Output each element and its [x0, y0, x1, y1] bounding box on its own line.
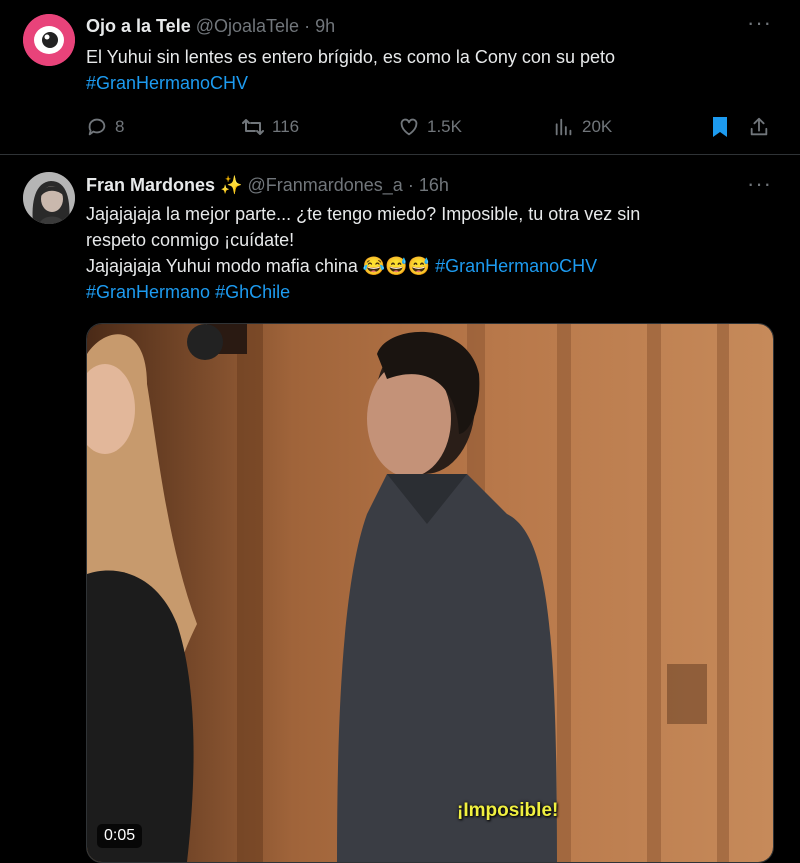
display-name[interactable]: Ojo a la Tele: [86, 16, 191, 36]
profile-photo: [23, 172, 75, 224]
video-frame: [87, 324, 773, 862]
heart-icon: [400, 118, 418, 136]
repost-count: 116: [272, 117, 300, 136]
view-count: 20K: [582, 117, 613, 136]
eye-logo-icon: [23, 14, 75, 66]
display-name[interactable]: Fran Mardones ✨: [86, 175, 242, 195]
tweet-text-segment: Jajajajaja Yuhui modo mafia china 😂😅😅: [86, 256, 436, 276]
like-button[interactable]: 1.5K: [398, 114, 462, 140]
tweet-text-line: respeto conmigo ¡cuídate!: [86, 230, 295, 250]
avatar[interactable]: [23, 172, 75, 224]
reply-count: 8: [115, 117, 125, 136]
reply-button[interactable]: 8: [86, 114, 124, 140]
avatar[interactable]: [23, 14, 75, 66]
share-icon: [750, 117, 768, 136]
bookmark-button[interactable]: [710, 114, 730, 140]
handle[interactable]: @Franmardones_a: [247, 175, 402, 195]
tweet-text-line: Jajajajaja Yuhui modo mafia china 😂😅😅 #G…: [86, 253, 640, 279]
like-count: 1.5K: [427, 117, 462, 136]
video-player[interactable]: ¡Imposible! 0:05: [86, 323, 774, 863]
tweet-text-line: Jajajajaja la mejor parte... ¿te tengo m…: [86, 204, 641, 224]
timestamp[interactable]: 16h: [419, 175, 449, 195]
separator: ·: [304, 16, 311, 36]
handle[interactable]: @OjoalaTele: [196, 16, 299, 36]
hashtag-link[interactable]: #GranHermanoCHV: [435, 256, 597, 276]
hashtag-link[interactable]: #GhChile: [215, 282, 290, 302]
video-subtitle: ¡Imposible!: [457, 800, 559, 821]
bookmark-icon: [713, 117, 727, 137]
tweet-text: Jajajajaja la mejor parte... ¿te tengo m…: [86, 201, 640, 305]
hashtag-link[interactable]: #GranHermanoCHV: [86, 70, 615, 96]
tweet-text: El Yuhui sin lentes es entero brígido, e…: [86, 44, 615, 96]
reply-icon: [88, 118, 106, 136]
separator: ·: [407, 175, 414, 195]
tweet-text-line: El Yuhui sin lentes es entero brígido, e…: [86, 47, 615, 67]
hashtag-link[interactable]: #GranHermano: [86, 282, 210, 302]
tweet-ojo-a-la-tele[interactable]: Ojo a la Tele @OjoalaTele · 9h ··· El Yu…: [0, 0, 800, 155]
tweet-header: Ojo a la Tele @OjoalaTele · 9h: [86, 16, 335, 37]
video-duration-badge: 0:05: [97, 824, 143, 848]
views-button[interactable]: 20K: [553, 114, 612, 140]
timestamp[interactable]: 9h: [315, 16, 335, 36]
repost-icon: [242, 119, 264, 135]
tweet-fran-mardones[interactable]: Fran Mardones ✨ @Franmardones_a · 16h ··…: [0, 155, 800, 863]
views-chart-icon: [555, 118, 572, 136]
share-button[interactable]: [748, 114, 770, 140]
more-options-icon[interactable]: ···: [747, 171, 772, 197]
tweet-header: Fran Mardones ✨ @Franmardones_a · 16h: [86, 175, 449, 196]
repost-button[interactable]: 116: [241, 114, 299, 140]
more-options-icon[interactable]: ···: [747, 10, 772, 36]
tweet-text-line: #GranHermano #GhChile: [86, 279, 640, 305]
action-bar: 8 116 1.5K 20K: [86, 114, 776, 140]
